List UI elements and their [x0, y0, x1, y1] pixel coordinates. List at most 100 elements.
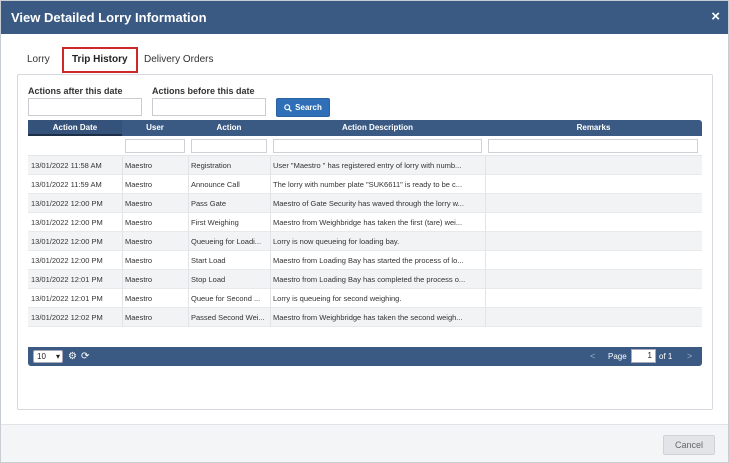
grid-header: Action Date User Action Action Descripti…	[28, 120, 702, 136]
column-divider	[122, 308, 123, 327]
column-divider	[485, 308, 486, 327]
search-button[interactable]: Search	[276, 98, 330, 117]
column-header-remarks[interactable]: Remarks	[485, 120, 702, 136]
column-divider	[485, 213, 486, 232]
table-row[interactable]: 13/01/2022 12:00 PM Maestro First Weighing…	[28, 213, 702, 232]
cell-user: Maestro	[125, 294, 153, 303]
column-divider	[485, 194, 486, 213]
cell-action: Queueing for Loadi...	[191, 237, 262, 246]
table-row[interactable]: 13/01/2022 11:59 AM Maestro Announce Call T…	[28, 175, 702, 194]
cell-action-date: 13/01/2022 12:00 PM	[31, 256, 103, 265]
description-filter-input[interactable]	[273, 139, 482, 153]
chevron-down-icon: ▾	[55, 352, 60, 361]
column-divider	[270, 251, 271, 270]
column-header-action-date[interactable]: Action Date	[28, 120, 122, 136]
cell-action-date: 13/01/2022 12:00 PM	[31, 199, 103, 208]
page-number-input[interactable]: 1	[631, 349, 656, 363]
tab-lorry[interactable]: Lorry	[19, 47, 58, 73]
cell-action-description: The lorry with number plate "SUK6611" is…	[273, 180, 463, 189]
gear-icon[interactable]: ⚙	[68, 350, 77, 363]
cell-remarks	[488, 251, 698, 270]
cell-action-description: Lorry is queueing for second weighing.	[273, 294, 402, 303]
cell-action-date: 13/01/2022 12:00 PM	[31, 218, 103, 227]
cell-action: First Weighing	[191, 218, 239, 227]
column-divider	[270, 289, 271, 308]
column-divider	[122, 232, 123, 251]
page-size-value: 10	[37, 352, 46, 361]
grid-pager: 10 ▾ ⚙ ⟳ < Page 1 of 1 >	[28, 347, 702, 366]
cell-action: Pass Gate	[191, 199, 227, 208]
trip-history-grid: Action Date User Action Action Descripti…	[28, 120, 702, 366]
cell-action-description: Maestro from Loading Bay has completed t…	[273, 275, 466, 284]
column-divider	[122, 251, 123, 270]
action-filter-input[interactable]	[191, 139, 267, 153]
column-divider	[485, 175, 486, 194]
page-count-label: of 1	[659, 352, 673, 361]
tab-trip-history[interactable]: Trip History	[62, 47, 138, 73]
table-row[interactable]: 13/01/2022 12:02 PM Maestro Passed Second …	[28, 308, 702, 327]
cell-action-date: 13/01/2022 11:58 AM	[31, 161, 102, 170]
column-divider	[485, 251, 486, 270]
cell-action-description: Lorry is now queueing for loading bay.	[273, 237, 400, 246]
prev-page-icon[interactable]: <	[590, 350, 595, 363]
column-divider	[188, 289, 189, 308]
column-divider	[122, 156, 123, 175]
before-date-input[interactable]	[152, 98, 266, 116]
cell-action: Announce Call	[191, 180, 240, 189]
column-header-user[interactable]: User	[122, 120, 188, 136]
column-divider	[270, 194, 271, 213]
column-divider	[270, 213, 271, 232]
cell-remarks	[488, 232, 698, 251]
cell-action-date: 13/01/2022 12:02 PM	[31, 313, 103, 322]
table-row[interactable]: 13/01/2022 12:00 PM Maestro Queueing for L…	[28, 232, 702, 251]
after-date-label: Actions after this date	[28, 86, 123, 96]
column-header-action[interactable]: Action	[188, 120, 270, 136]
column-divider	[188, 156, 189, 175]
cell-action-date: 13/01/2022 11:59 AM	[31, 180, 102, 189]
column-divider	[188, 270, 189, 289]
column-divider	[270, 156, 271, 175]
tab-delivery-orders[interactable]: Delivery Orders	[136, 47, 221, 73]
cell-remarks	[488, 194, 698, 213]
cell-user: Maestro	[125, 199, 153, 208]
lorry-info-dialog: View Detailed Lorry Information × Lorry …	[0, 0, 729, 463]
page-label: Page	[608, 352, 627, 361]
search-button-label: Search	[295, 103, 322, 112]
user-filter-input[interactable]	[125, 139, 185, 153]
column-divider	[270, 308, 271, 327]
column-divider	[188, 175, 189, 194]
column-header-action-description[interactable]: Action Description	[270, 120, 485, 136]
next-page-icon[interactable]: >	[687, 350, 692, 363]
table-row[interactable]: 13/01/2022 12:01 PM Maestro Stop Load Maest…	[28, 270, 702, 289]
remarks-filter-input[interactable]	[488, 139, 698, 153]
cell-user: Maestro	[125, 313, 153, 322]
dialog-title: View Detailed Lorry Information	[11, 10, 207, 25]
cancel-button[interactable]: Cancel	[663, 435, 715, 455]
page-size-select[interactable]: 10 ▾	[33, 350, 63, 363]
cell-user: Maestro	[125, 180, 153, 189]
after-date-input[interactable]	[28, 98, 142, 116]
cell-remarks	[488, 213, 698, 232]
table-row[interactable]: 13/01/2022 11:58 AM Maestro Registration Us…	[28, 156, 702, 175]
cell-action: Stop Load	[191, 275, 226, 284]
column-divider	[122, 270, 123, 289]
search-icon	[284, 103, 292, 112]
table-row[interactable]: 13/01/2022 12:00 PM Maestro Start Load Maes…	[28, 251, 702, 270]
close-icon[interactable]: ×	[711, 8, 720, 25]
table-row[interactable]: 13/01/2022 12:01 PM Maestro Queue for Seco…	[28, 289, 702, 308]
column-divider	[485, 232, 486, 251]
grid-filter-row	[28, 136, 702, 156]
column-divider	[122, 194, 123, 213]
table-row[interactable]: 13/01/2022 12:00 PM Maestro Pass Gate Maest…	[28, 194, 702, 213]
cell-action: Registration	[191, 161, 232, 170]
column-divider	[485, 270, 486, 289]
cell-action: Passed Second Wei...	[191, 313, 265, 322]
cell-action-description: Maestro from Weighbridge has taken the f…	[273, 218, 463, 227]
dialog-footer: Cancel	[1, 424, 728, 462]
refresh-icon[interactable]: ⟳	[81, 350, 89, 363]
cell-action-description: Maestro of Gate Security has waved throu…	[273, 199, 464, 208]
column-divider	[122, 175, 123, 194]
cell-action: Start Load	[191, 256, 226, 265]
cell-user: Maestro	[125, 218, 153, 227]
column-divider	[122, 213, 123, 232]
